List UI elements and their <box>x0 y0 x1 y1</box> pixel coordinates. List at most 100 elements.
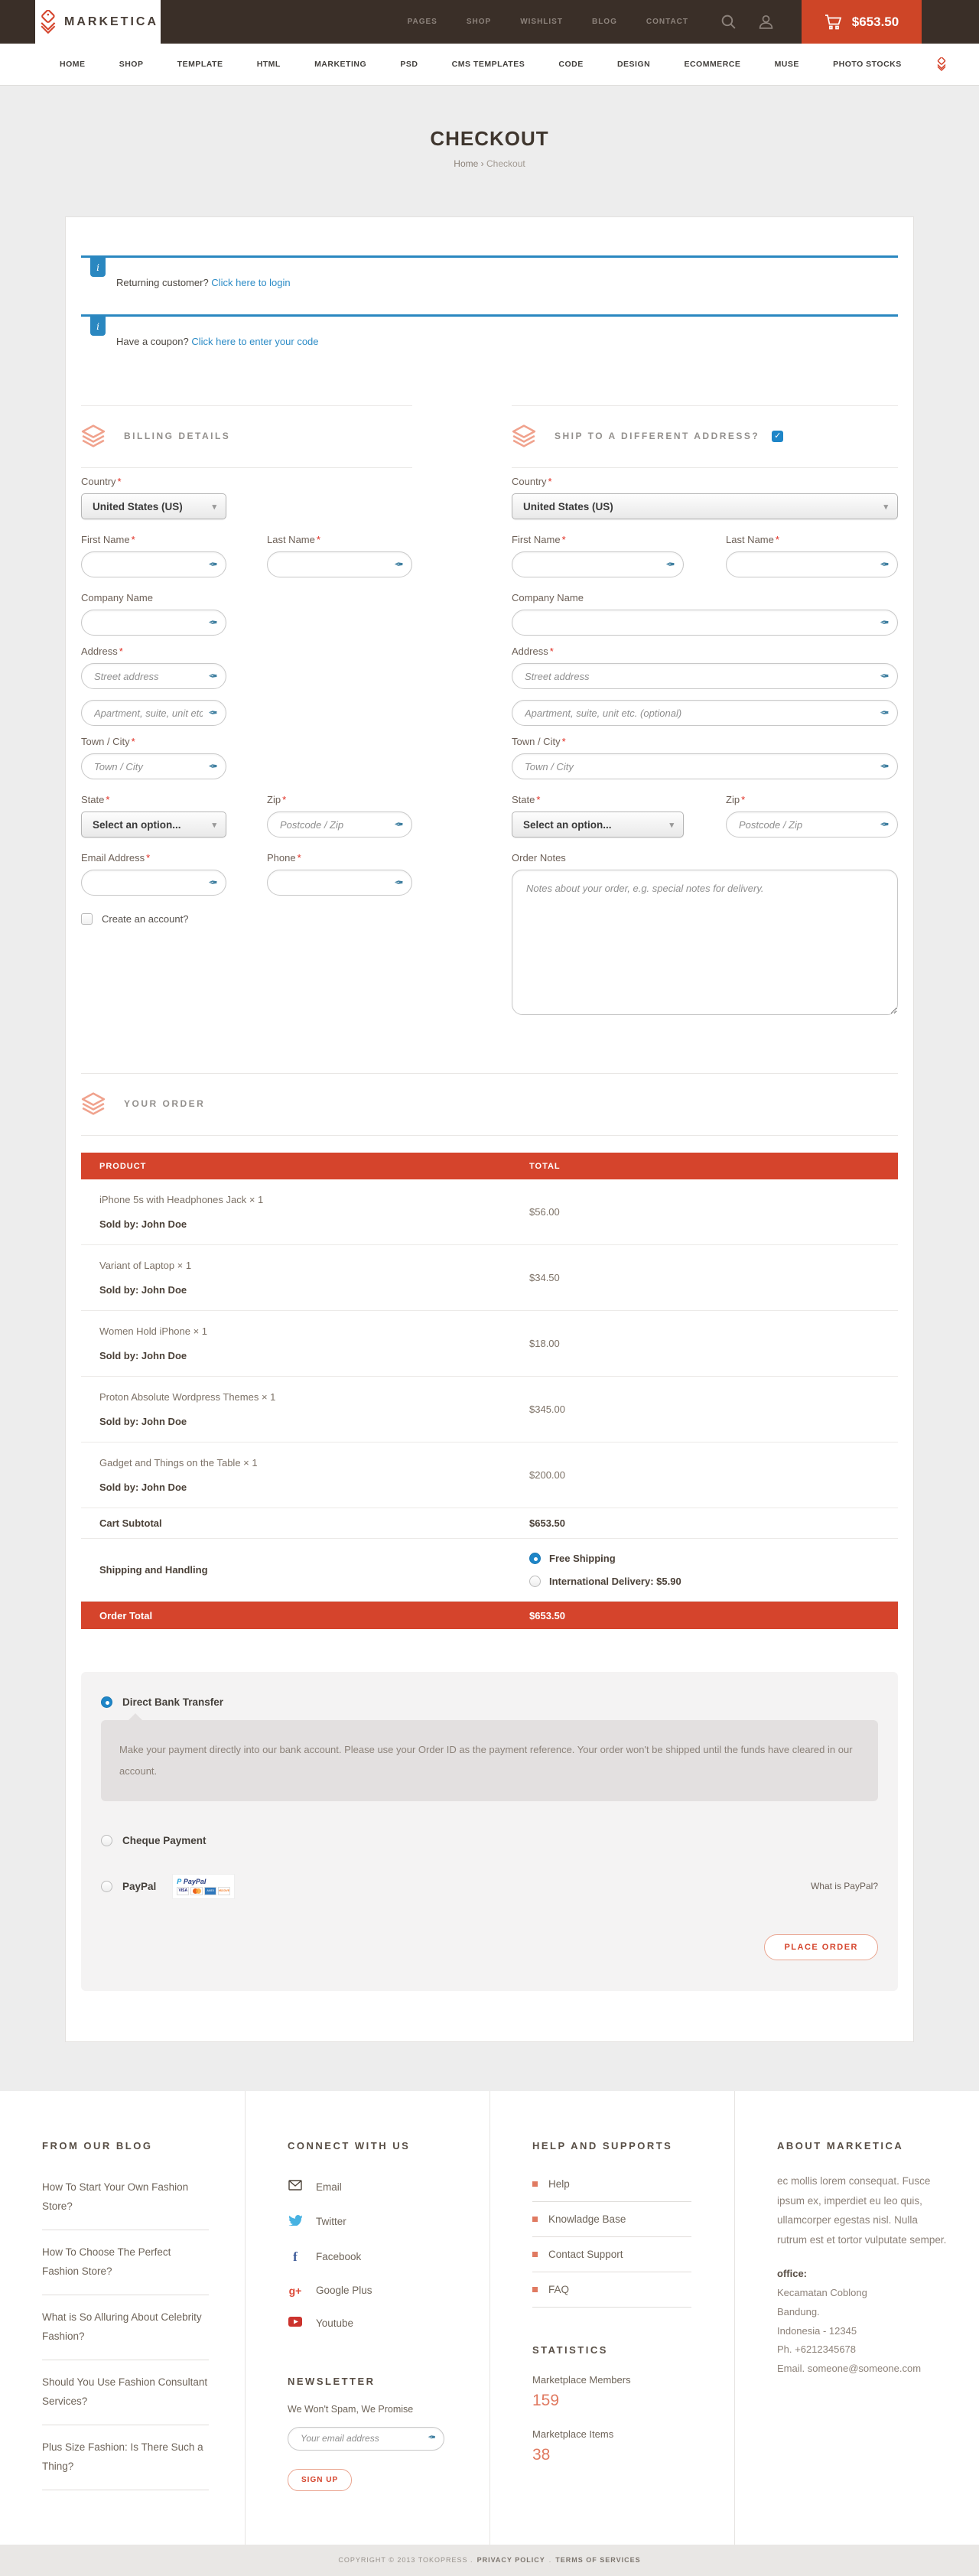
billing-email-input[interactable] <box>81 870 226 896</box>
email-link[interactable]: Email <box>288 2170 460 2204</box>
create-account-row[interactable]: Create an account? <box>81 913 412 925</box>
header-nav-contact[interactable]: CONTACT <box>646 18 688 26</box>
search-icon[interactable] <box>720 14 737 30</box>
header-nav-shop[interactable]: SHOP <box>467 18 491 26</box>
newsletter-email-input[interactable] <box>288 2427 444 2451</box>
billing-first-name-input[interactable] <box>81 551 226 577</box>
nav-photo-stocks[interactable]: PHOTO STOCKS <box>833 60 902 69</box>
nav-code[interactable]: CODE <box>558 60 583 69</box>
product-name: Variant of Laptop × 1 <box>99 1260 529 1271</box>
office-address-line: Indonesia - 12345 <box>777 2322 950 2341</box>
footer-help-heading: HELP AND SUPPORTS <box>532 2140 705 2152</box>
blog-post-link[interactable]: How To Start Your Own Fashion Store? <box>42 2165 209 2230</box>
billing-street-input[interactable] <box>81 663 226 689</box>
login-link[interactable]: Click here to login <box>211 277 290 288</box>
shipping-last-name-input[interactable] <box>726 551 898 577</box>
ship-different-checkbox[interactable]: ✓ <box>772 431 783 442</box>
nav-design[interactable]: DESIGN <box>617 60 650 69</box>
google-plus-link[interactable]: g+ Google Plus <box>288 2275 460 2307</box>
bank-transfer-option[interactable]: Direct Bank Transfer <box>101 1696 878 1708</box>
nav-marketing[interactable]: MARKETING <box>314 60 366 69</box>
product-total: $34.50 <box>529 1272 560 1283</box>
billing-last-name-label: Last Name <box>267 534 315 545</box>
contact-support-link: Contact Support <box>532 2237 691 2272</box>
footer-about-column: ABOUT MARKETICA ec mollis lorem consequa… <box>734 2091 979 2545</box>
cart-button[interactable]: $653.50 <box>802 0 922 44</box>
logo[interactable]: MARKETICA <box>35 0 161 44</box>
terms-of-services-link[interactable]: TERMS OF SERVICES <box>555 2556 640 2564</box>
nav-cms-templates[interactable]: CMS TEMPLATES <box>452 60 525 69</box>
place-order-button[interactable]: PLACE ORDER <box>764 1934 878 1960</box>
breadcrumb-home[interactable]: Home <box>454 158 478 169</box>
billing-apartment-input[interactable] <box>81 700 226 726</box>
free-shipping-radio[interactable] <box>529 1553 541 1564</box>
billing-phone-input[interactable] <box>267 870 412 896</box>
chevron-down-icon: ▾ <box>212 502 216 512</box>
billing-last-name-input[interactable] <box>267 551 412 577</box>
shipping-zip-input[interactable] <box>726 812 898 838</box>
main-nav: HOME SHOP TEMPLATE HTML MARKETING PSD CM… <box>0 44 979 86</box>
nav-home[interactable]: HOME <box>60 60 86 69</box>
shipping-town-input[interactable] <box>512 753 898 779</box>
user-account-icon[interactable] <box>758 14 774 30</box>
nav-ecommerce[interactable]: ECOMMERCE <box>684 60 740 69</box>
nav-template[interactable]: TEMPLATE <box>177 60 223 69</box>
cart-subtotal-value: $653.50 <box>529 1517 565 1529</box>
order-row: Women Hold iPhone × 1Sold by: John Doe $… <box>81 1311 898 1377</box>
order-notes-textarea[interactable] <box>512 870 898 1015</box>
nav-html[interactable]: HTML <box>257 60 281 69</box>
create-account-checkbox[interactable] <box>81 913 93 925</box>
blog-post-link[interactable]: Plus Size Fashion: Is There Such a Thing… <box>42 2425 209 2490</box>
privacy-policy-link[interactable]: PRIVACY POLICY <box>477 2556 545 2564</box>
cheque-payment-radio[interactable] <box>101 1835 112 1846</box>
shipping-first-name-input[interactable] <box>512 551 684 577</box>
paypal-option[interactable]: PayPal P PayPal VISA AMEX DISCOVER What … <box>101 1874 878 1899</box>
red-tag-icon[interactable] <box>935 57 947 71</box>
twitter-link[interactable]: Twitter <box>288 2204 460 2239</box>
newsletter-heading: NEWSLETTER <box>288 2376 460 2387</box>
what-is-paypal-link[interactable]: What is PayPal? <box>811 1881 878 1891</box>
billing-company-input[interactable] <box>81 610 226 636</box>
cheque-payment-option[interactable]: Cheque Payment <box>101 1835 878 1846</box>
product-name: Women Hold iPhone × 1 <box>99 1325 529 1337</box>
free-shipping-option[interactable]: Free Shipping <box>529 1553 681 1564</box>
bullet-icon <box>532 2181 538 2187</box>
header-nav-wishlist[interactable]: WISHLIST <box>520 18 563 26</box>
billing-company-label: Company Name <box>81 592 153 603</box>
header-nav-blog[interactable]: BLOG <box>592 18 617 26</box>
billing-town-input[interactable] <box>81 753 226 779</box>
billing-country-select[interactable]: United States (US)▾ <box>81 493 226 519</box>
blog-post-link[interactable]: Should You Use Fashion Consultant Servic… <box>42 2360 209 2425</box>
blog-post-link[interactable]: What is So Alluring About Celebrity Fash… <box>42 2295 209 2360</box>
billing-form: Country* United States (US)▾ First Name*… <box>81 471 412 1029</box>
shipping-state-select[interactable]: Select an option...▾ <box>512 812 684 838</box>
facebook-link[interactable]: f Facebook <box>288 2239 460 2275</box>
nav-psd[interactable]: PSD <box>400 60 418 69</box>
blog-post-link[interactable]: How To Choose The Perfect Fashion Store? <box>42 2230 209 2295</box>
newsletter-signup-button[interactable]: SIGN UP <box>288 2469 352 2491</box>
order-row: Variant of Laptop × 1Sold by: John Doe $… <box>81 1245 898 1311</box>
bank-transfer-radio[interactable] <box>101 1696 112 1708</box>
billing-first-name-label: First Name <box>81 534 130 545</box>
total-column-header: TOTAL <box>529 1162 561 1171</box>
shipping-company-input[interactable] <box>512 610 898 636</box>
billing-email-label: Email Address <box>81 852 145 864</box>
shipping-apartment-input[interactable] <box>512 700 898 726</box>
shipping-street-input[interactable] <box>512 663 898 689</box>
billing-heading: BILLING DETAILS <box>124 431 230 441</box>
nav-muse[interactable]: MUSE <box>775 60 799 69</box>
paypal-radio[interactable] <box>101 1881 112 1892</box>
shipping-country-select[interactable]: United States (US)▾ <box>512 493 898 519</box>
international-delivery-radio[interactable] <box>529 1576 541 1587</box>
bullet-icon <box>532 2287 538 2292</box>
page-title: CHECKOUT <box>0 127 979 151</box>
youtube-link[interactable]: Youtube <box>288 2307 460 2340</box>
returning-customer-text: Returning customer? <box>116 277 209 288</box>
coupon-link[interactable]: Click here to enter your code <box>191 336 318 347</box>
nav-shop[interactable]: SHOP <box>119 60 144 69</box>
international-delivery-option[interactable]: International Delivery: $5.90 <box>529 1576 681 1587</box>
billing-state-select[interactable]: Select an option...▾ <box>81 812 226 838</box>
billing-zip-input[interactable] <box>267 812 412 838</box>
order-total-value: $653.50 <box>529 1610 565 1621</box>
header-nav-pages[interactable]: PAGES <box>408 18 437 26</box>
